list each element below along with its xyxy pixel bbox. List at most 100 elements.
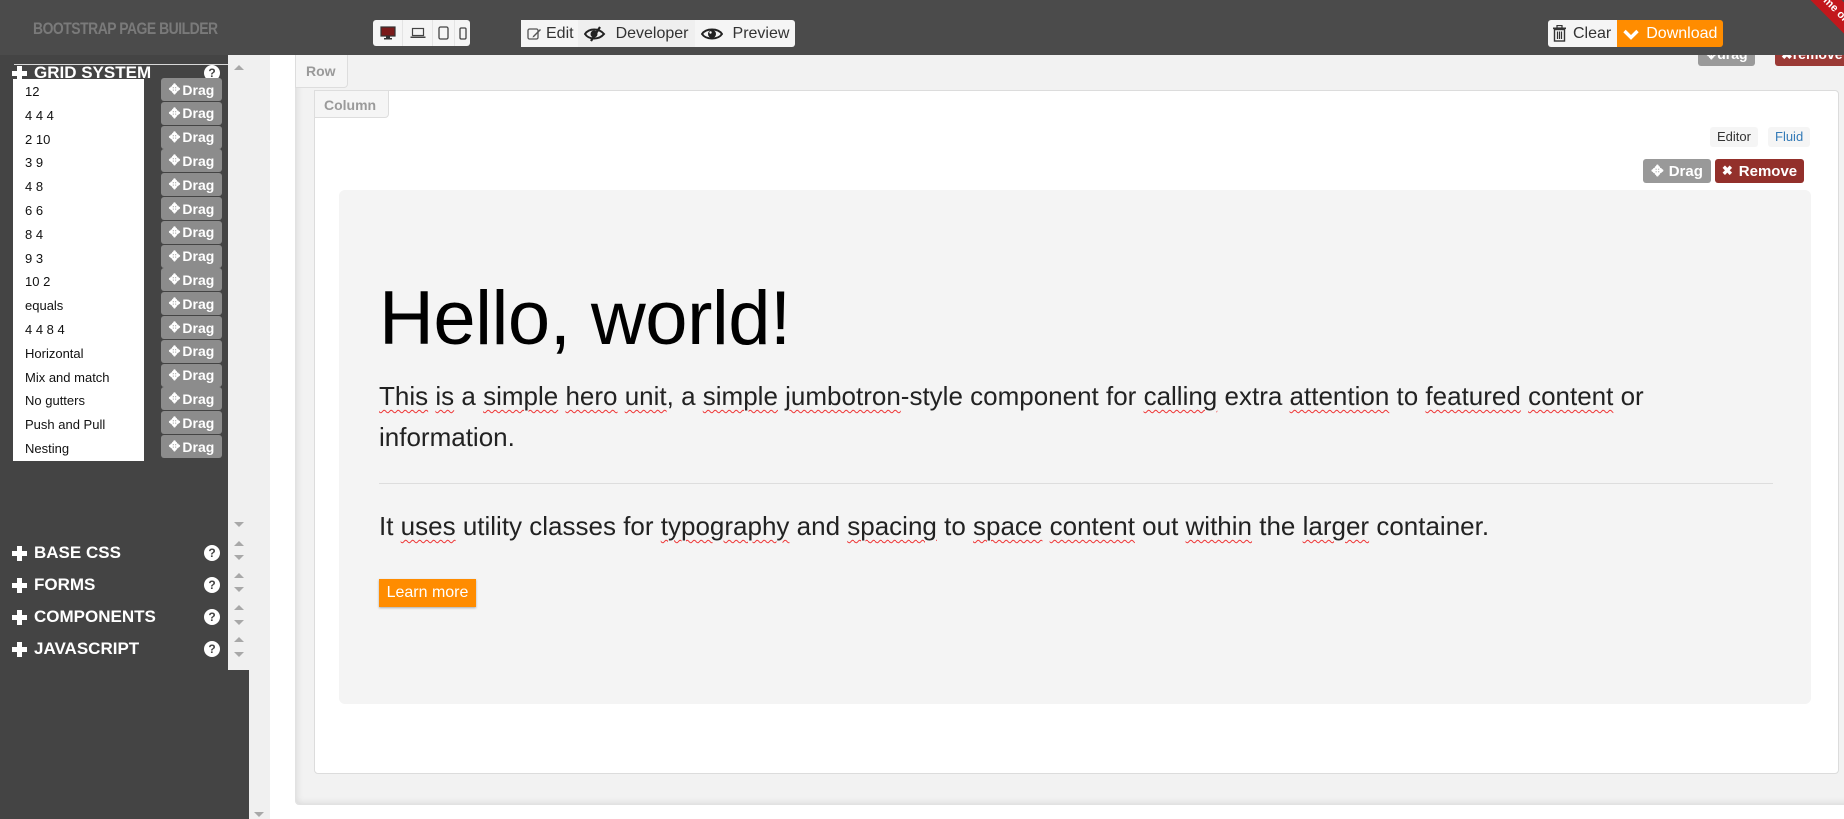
- close-icon: ✖: [1721, 163, 1733, 178]
- edit-icon: [527, 27, 541, 40]
- drag-button[interactable]: ✥ Drag: [161, 125, 222, 149]
- plus-icon: [12, 641, 27, 657]
- section-base-css[interactable]: BASE CSS: [12, 542, 121, 564]
- text-run: out: [1134, 511, 1186, 541]
- sidebar: GRID SYSTEM ? 12 ✥ Drag 4 4 4 ✥ Drag 2 10 ✥ Drag…: [0, 55, 249, 819]
- drag-button[interactable]: ✥ Drag: [161, 173, 222, 197]
- misspelled-word: attention: [1289, 381, 1390, 411]
- fluid-button[interactable]: Fluid: [1768, 127, 1811, 147]
- column-remove-button[interactable]: ✖ Remove: [1715, 159, 1804, 183]
- section-title: FORMS: [34, 575, 96, 594]
- misspelled-word: jumbotron: [785, 381, 901, 411]
- help-icon[interactable]: ?: [204, 609, 220, 625]
- drag-label: Drag: [182, 105, 215, 122]
- editor-button[interactable]: Editor: [1710, 127, 1758, 147]
- grid-layout-item: 9 3: [13, 245, 144, 271]
- help-icon[interactable]: ?: [204, 641, 220, 657]
- developer-mode-button[interactable]: Developer: [577, 20, 695, 47]
- move-icon: ✥: [168, 152, 181, 169]
- move-icon: ✥: [168, 271, 181, 288]
- drag-label: Drag: [182, 176, 215, 193]
- section-forms[interactable]: FORMS: [12, 574, 95, 596]
- learn-more-button[interactable]: Learn more: [379, 579, 476, 607]
- jumbotron: Hello, world! This is a simple hero unit…: [339, 190, 1811, 704]
- scroll-up-icon[interactable]: [234, 605, 244, 610]
- clear-button[interactable]: Clear: [1548, 20, 1618, 47]
- grid-layout-item: 12: [13, 79, 144, 104]
- drag-label: Drag: [182, 200, 215, 217]
- text-run: [617, 381, 624, 411]
- misspelled-word: typography: [660, 511, 790, 541]
- misspelled-word: spacing: [847, 511, 937, 541]
- grid-layout-item: Nesting: [13, 436, 144, 461]
- device-desktop-button[interactable]: [373, 20, 403, 46]
- help-icon[interactable]: ?: [204, 545, 220, 561]
- misspelled-word: calling: [1143, 381, 1218, 411]
- drag-button[interactable]: ✥ Drag: [161, 268, 222, 292]
- github-ribbon[interactable]: Fork me on GitHub: [1787, 0, 1844, 41]
- drag-label: Drag: [182, 367, 215, 384]
- main-scrollbar[interactable]: [249, 55, 270, 819]
- scroll-down-icon[interactable]: [254, 812, 264, 817]
- sidebar-scrollbar[interactable]: [228, 55, 250, 670]
- device-switcher: [373, 20, 470, 46]
- drag-button[interactable]: ✥ Drag: [161, 244, 222, 268]
- drag-button[interactable]: ✥ Drag: [161, 292, 222, 316]
- phone-icon: [458, 26, 467, 40]
- scroll-up-icon[interactable]: [234, 573, 244, 578]
- plus-icon: [12, 609, 27, 625]
- drag-button[interactable]: ✥ Drag: [161, 78, 222, 101]
- drag-button[interactable]: ✥ Drag: [161, 363, 222, 387]
- grid-layout-item: No gutters: [13, 388, 144, 414]
- edit-mode-button[interactable]: Edit: [521, 20, 578, 47]
- scroll-down-icon[interactable]: [234, 587, 244, 592]
- drag-button[interactable]: ✥ Drag: [161, 149, 222, 173]
- move-icon: ✥: [168, 438, 181, 454]
- text-run: [1521, 381, 1528, 411]
- device-phone-button[interactable]: [455, 20, 470, 46]
- scroll-up-icon[interactable]: [234, 541, 244, 546]
- misspelled-word: is: [435, 381, 455, 411]
- section-components[interactable]: COMPONENTS: [12, 606, 156, 628]
- move-icon: ✥: [168, 223, 181, 240]
- section-javascript[interactable]: JAVASCRIPT: [12, 638, 139, 660]
- text-run: [1042, 511, 1049, 541]
- misspelled-word: larger: [1302, 511, 1370, 541]
- move-icon: ✥: [1651, 163, 1664, 180]
- text-run: It: [379, 511, 401, 541]
- scroll-down-icon[interactable]: [234, 652, 244, 657]
- drag-label: Drag: [182, 438, 215, 455]
- grid-layout-item: Mix and match: [13, 364, 144, 390]
- scroll-up-icon[interactable]: [234, 637, 244, 642]
- drag-label: Drag: [182, 390, 215, 407]
- device-tablet-button[interactable]: [433, 20, 455, 46]
- drag-button[interactable]: ✥ Drag: [161, 316, 222, 339]
- hero-body-text: It uses utility classes for typography a…: [379, 511, 1489, 542]
- text-run: container.: [1369, 511, 1490, 541]
- drag-button[interactable]: ✥ Drag: [161, 197, 222, 220]
- scroll-down-icon[interactable]: [234, 522, 244, 527]
- scroll-down-icon[interactable]: [234, 555, 244, 560]
- scroll-up-icon[interactable]: [234, 65, 244, 70]
- grid-layout-item: Horizontal: [13, 340, 144, 366]
- edit-mode-label: Edit: [546, 24, 574, 42]
- help-icon[interactable]: ?: [204, 577, 220, 593]
- drag-button[interactable]: ✥ Drag: [161, 411, 222, 435]
- device-laptop-button[interactable]: [403, 20, 433, 46]
- column-drag-button[interactable]: ✥ Drag: [1643, 159, 1711, 183]
- scroll-down-icon[interactable]: [234, 620, 244, 625]
- misspelled-word: content: [1049, 511, 1135, 541]
- download-button[interactable]: Download: [1617, 20, 1724, 47]
- drag-button[interactable]: ✥ Drag: [161, 435, 222, 458]
- preview-mode-button[interactable]: Preview: [695, 20, 796, 47]
- move-icon: ✥: [168, 390, 181, 407]
- drag-button[interactable]: ✥ Drag: [161, 220, 222, 244]
- misspelled-word: hero: [565, 381, 618, 411]
- grid-layout-item: 10 2: [13, 269, 144, 295]
- app-brand: BOOTSTRAP PAGE BUILDER: [33, 19, 218, 38]
- drag-button[interactable]: ✥ Drag: [161, 101, 222, 125]
- column-remove-label: Remove: [1738, 162, 1798, 180]
- move-icon: ✥: [168, 128, 181, 145]
- drag-button[interactable]: ✥ Drag: [161, 339, 222, 363]
- drag-button[interactable]: ✥ Drag: [161, 387, 222, 411]
